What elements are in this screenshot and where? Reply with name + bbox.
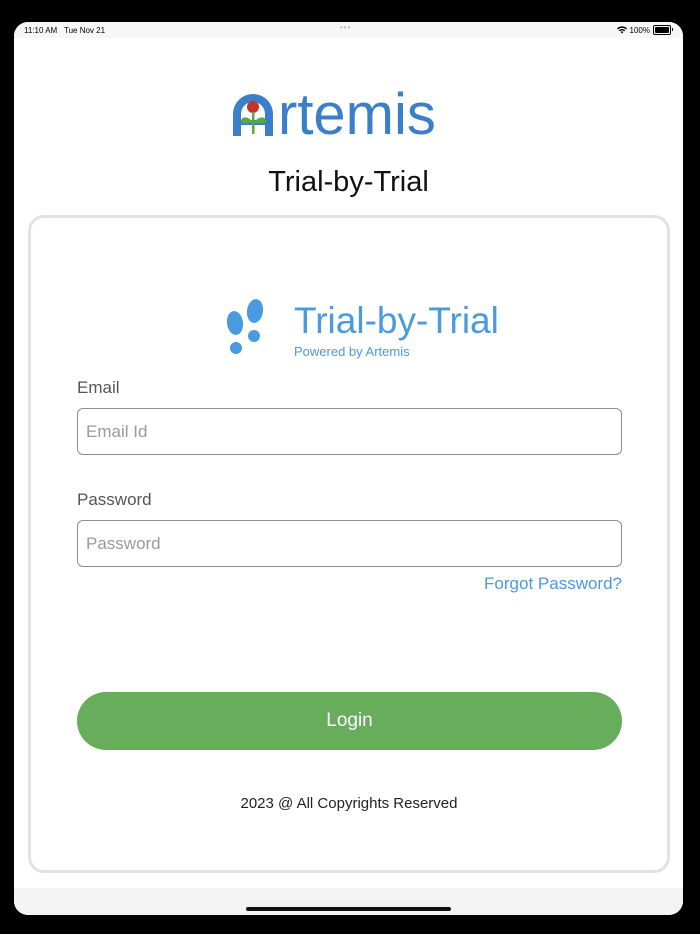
- trial-brand: Trial-by-Trial Powered by Artemis: [221, 298, 521, 360]
- forgot-password-link[interactable]: Forgot Password?: [484, 574, 622, 594]
- status-time: 11:10 AM: [24, 26, 58, 35]
- brand-name: Trial-by-Trial: [294, 300, 499, 341]
- app-screen: 11:10 AM Tue Nov 21 ••• 100% rtemis Tria…: [14, 22, 683, 915]
- copyright-text: 2023 @ All Copyrights Reserved: [240, 795, 458, 812]
- status-indicators: 100%: [616, 25, 673, 35]
- status-bar: 11:10 AM Tue Nov 21 ••• 100%: [14, 22, 683, 38]
- password-field[interactable]: [77, 520, 622, 567]
- login-button[interactable]: Login: [77, 692, 622, 750]
- home-indicator[interactable]: [246, 907, 451, 911]
- footprints-icon: [226, 299, 264, 354]
- password-label: Password: [77, 490, 152, 509]
- battery-percent: 100%: [629, 25, 650, 35]
- artemis-logo: rtemis: [231, 82, 436, 140]
- battery-icon: [653, 25, 673, 35]
- multitasking-dots[interactable]: •••: [340, 23, 351, 32]
- brand-tagline: Powered by Artemis: [294, 344, 410, 359]
- artemis-logo-text: rtemis: [278, 82, 436, 140]
- email-label: Email: [77, 378, 120, 397]
- status-date: Tue Nov 21: [64, 26, 106, 35]
- page-title: Trial-by-Trial: [268, 166, 429, 198]
- wifi-icon: [616, 26, 627, 34]
- email-field[interactable]: [77, 408, 622, 455]
- login-card: Trial-by-Trial Powered by Artemis Email …: [28, 215, 670, 873]
